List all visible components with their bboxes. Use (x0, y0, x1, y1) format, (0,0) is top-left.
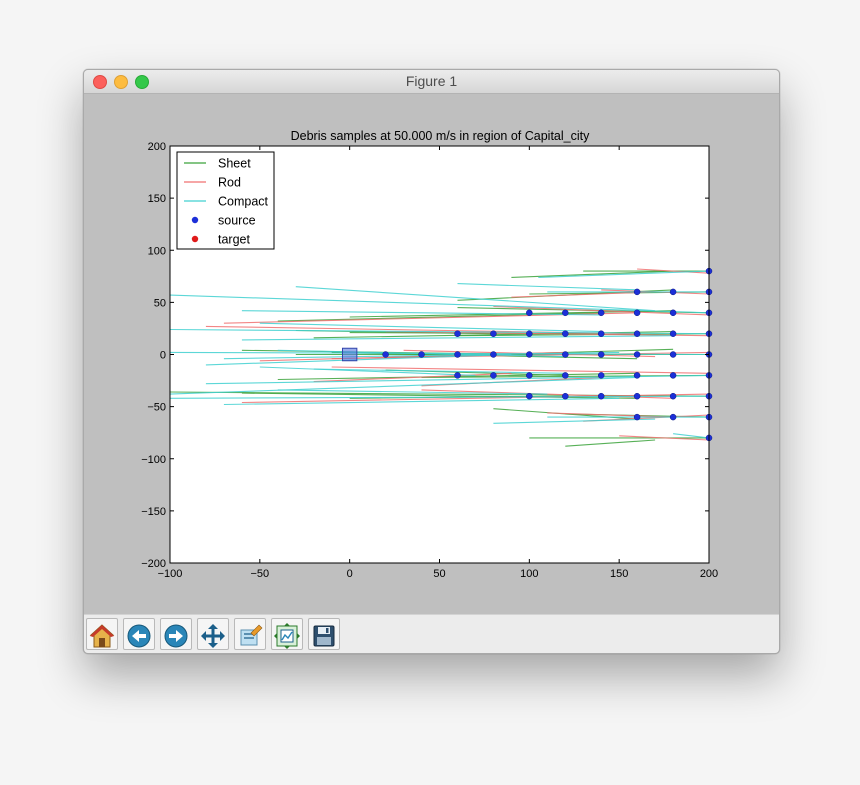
back-button[interactable] (123, 618, 155, 650)
legend-label: source (218, 214, 256, 228)
source-point (597, 392, 605, 400)
subplots-icon (274, 622, 300, 649)
y-tick-label: 200 (148, 141, 166, 153)
source-point (633, 392, 641, 400)
home-icon (89, 623, 115, 647)
source-point (633, 330, 641, 337)
source-point (562, 309, 569, 317)
x-tick-label: 0 (347, 568, 353, 580)
source-point (669, 330, 677, 337)
y-tick-label: 50 (154, 297, 166, 309)
move-arrows-icon (201, 623, 225, 648)
source-point (490, 330, 497, 337)
source-point (597, 330, 605, 337)
source-point (526, 330, 533, 337)
pan-button[interactable] (197, 618, 229, 650)
source-point (669, 413, 677, 421)
floppy-disk-icon (313, 625, 335, 646)
forward-arrow-icon (164, 624, 188, 647)
zoom-rect-icon (240, 624, 263, 645)
x-tick-label: 150 (610, 568, 628, 580)
source-point (597, 351, 605, 358)
source-point (633, 413, 641, 421)
source-point (669, 351, 677, 358)
figure-window: Figure 1 Debris samples at 50.000 m/s in… (83, 69, 780, 654)
source-point (633, 288, 641, 296)
source-point (526, 351, 533, 358)
legend-label: Compact (218, 195, 269, 209)
debris-chart: Debris samples at 50.000 m/s in region o… (141, 129, 718, 580)
plot-canvas[interactable]: Debris samples at 50.000 m/s in region o… (84, 94, 779, 614)
source-point (633, 372, 641, 379)
source-point (669, 288, 677, 296)
source-point (669, 372, 677, 379)
source-point (454, 351, 461, 358)
source-point (633, 309, 641, 317)
y-tick-label: 0 (160, 350, 166, 362)
source-point (669, 392, 677, 400)
source-point (562, 351, 569, 358)
source-point (562, 372, 569, 379)
x-tick-label: −50 (250, 568, 269, 580)
legend-label: Rod (218, 176, 241, 190)
y-tick-label: 100 (148, 245, 166, 257)
chart-title: Debris samples at 50.000 m/s in region o… (291, 129, 591, 143)
source-point (490, 372, 497, 379)
source-point (562, 330, 569, 337)
subplots-button[interactable] (271, 618, 303, 650)
y-tick-label: −150 (141, 506, 166, 518)
source-point (490, 351, 497, 358)
target-area-layer (341, 347, 358, 362)
y-tick-label: −200 (141, 558, 166, 570)
source-point (382, 351, 389, 358)
source-point (562, 392, 569, 400)
source-point (526, 309, 533, 317)
legend: Sheet Rod Compact source target (176, 151, 275, 250)
legend-label: Sheet (218, 157, 251, 171)
y-tick-label: −50 (147, 402, 166, 414)
target-area (341, 347, 358, 362)
source-point (597, 372, 605, 379)
save-button[interactable] (308, 618, 340, 650)
y-tick-label: −100 (141, 454, 166, 466)
x-tick-label: 50 (433, 568, 445, 580)
source-point (633, 351, 641, 358)
source-point (669, 309, 677, 317)
navigation-toolbar (84, 614, 779, 653)
legend-marker-swatch (191, 216, 199, 224)
back-arrow-icon (127, 624, 151, 647)
source-point (526, 392, 533, 400)
source-point (418, 351, 425, 358)
window-title: Figure 1 (405, 73, 458, 89)
title-bar[interactable]: Figure 1 (84, 70, 779, 94)
source-point (526, 372, 533, 379)
source-point (597, 309, 605, 317)
source-point (454, 330, 461, 337)
forward-button[interactable] (160, 618, 192, 650)
x-tick-label: 100 (520, 568, 538, 580)
zoom-button[interactable] (234, 618, 266, 650)
x-tick-label: 200 (700, 568, 718, 580)
home-button[interactable] (86, 618, 118, 650)
y-tick-label: 150 (148, 193, 166, 205)
source-point (454, 372, 461, 379)
legend-label: target (218, 233, 250, 247)
legend-marker-swatch (191, 235, 199, 243)
